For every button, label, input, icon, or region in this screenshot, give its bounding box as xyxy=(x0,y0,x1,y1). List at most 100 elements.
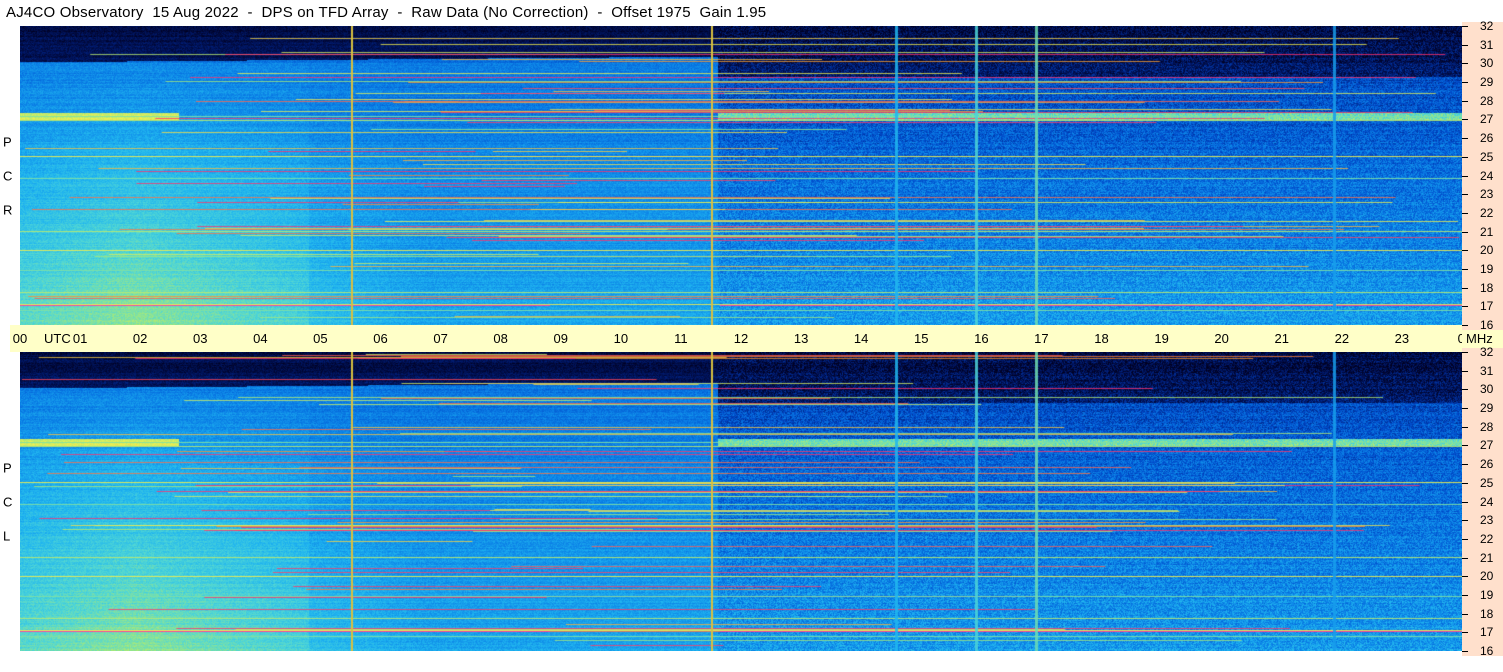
frequency-tick-label: 31 xyxy=(1480,37,1494,52)
time-tick-label: 07 xyxy=(433,331,448,346)
frequency-tick-label: 21 xyxy=(1480,224,1494,239)
frequency-tick-mark xyxy=(1462,268,1468,270)
frequency-tick-mark xyxy=(1462,44,1468,46)
frequency-tick-label: 32 xyxy=(1480,19,1494,33)
frequency-tick-mark xyxy=(1462,445,1468,447)
frequency-tick-mark xyxy=(1462,26,1468,27)
frequency-tick-mark xyxy=(1462,370,1468,372)
frequency-tick-label: 30 xyxy=(1480,382,1494,397)
frequency-tick-mark xyxy=(1462,613,1468,615)
frequency-tick-label: 17 xyxy=(1480,625,1494,640)
frequency-tick-label: 18 xyxy=(1480,280,1494,295)
polarization-letter: P xyxy=(3,134,12,150)
time-tick-label: 04 xyxy=(253,331,268,346)
lcp-spectrogram xyxy=(20,352,1462,651)
time-tick-label: 14 xyxy=(853,331,869,346)
frequency-tick-label: 24 xyxy=(1480,494,1494,509)
frequency-tick-mark xyxy=(1462,250,1468,252)
time-tick-label: 17 xyxy=(1034,331,1049,346)
rcp-spectrogram-canvas xyxy=(20,26,1462,325)
frequency-tick-label: 16 xyxy=(1480,318,1494,332)
time-tick-label: 03 xyxy=(193,331,208,346)
time-tick-label: 10 xyxy=(613,331,629,346)
time-tick-label: 08 xyxy=(493,331,508,346)
frequency-tick-mark xyxy=(1462,426,1468,428)
rcp-spectrogram xyxy=(20,26,1462,325)
frequency-tick-label: 23 xyxy=(1480,513,1494,528)
frequency-tick-mark xyxy=(1462,287,1468,289)
frequency-tick-mark xyxy=(1462,231,1468,233)
polarization-letter: C xyxy=(3,168,13,184)
time-tick-label: 02 xyxy=(132,331,148,346)
frequency-tick-label: 26 xyxy=(1480,457,1494,472)
frequency-tick-mark xyxy=(1462,576,1468,578)
frequency-tick-label: 18 xyxy=(1480,606,1494,621)
polarization-letter: R xyxy=(3,202,13,218)
time-tick-label: 00 xyxy=(12,331,28,346)
time-tick-label: 22 xyxy=(1334,331,1350,346)
frequency-tick-mark xyxy=(1462,482,1468,484)
frequency-tick-label: 32 xyxy=(1480,345,1494,359)
frequency-tick-mark xyxy=(1462,352,1468,353)
frequency-tick-label: 29 xyxy=(1480,75,1494,90)
frequency-tick-label: 24 xyxy=(1480,168,1494,183)
frequency-tick-mark xyxy=(1462,306,1468,308)
time-tick-label: 11 xyxy=(674,331,688,346)
frequency-tick-mark xyxy=(1462,501,1468,503)
frequency-tick-mark xyxy=(1462,325,1468,326)
time-tick-label: 15 xyxy=(914,331,929,346)
frequency-unit-label: MHz xyxy=(1466,331,1493,346)
frequency-tick-mark xyxy=(1462,538,1468,540)
time-tick-label: 12 xyxy=(733,331,749,346)
frequency-tick-mark xyxy=(1462,212,1468,214)
polarization-letter: L xyxy=(3,528,11,544)
frequency-tick-label: 21 xyxy=(1480,550,1494,565)
frequency-tick-mark xyxy=(1462,520,1468,522)
frequency-tick-mark xyxy=(1462,100,1468,102)
time-tick-label: 18 xyxy=(1094,331,1109,346)
time-tick-label: 19 xyxy=(1154,331,1169,346)
lcp-frequency-axis: 32 31 30 29 28 27 26 25 24 23 22 21 20 19 18 17 16 xyxy=(1462,345,1503,658)
frequency-tick-mark xyxy=(1462,119,1468,121)
time-tick-label: 13 xyxy=(793,331,809,346)
frequency-tick-mark xyxy=(1462,175,1468,177)
frequency-tick-label: 31 xyxy=(1480,363,1494,378)
frequency-tick-label: 28 xyxy=(1480,419,1494,434)
frequency-tick-label: 30 xyxy=(1480,56,1494,71)
frequency-tick-mark xyxy=(1462,138,1468,140)
frequency-tick-label: 25 xyxy=(1480,475,1494,490)
frequency-tick-mark xyxy=(1462,408,1468,410)
frequency-tick-mark xyxy=(1462,389,1468,391)
time-axis: 00 01 02 03 04 05 06 07 08 09 10 11 12 13 14 15 16 17 18 19… xyxy=(10,325,1472,352)
time-tick-label: 20 xyxy=(1214,331,1229,346)
frequency-tick-label: 23 xyxy=(1480,187,1494,202)
rcp-frequency-axis: 32 31 30 29 28 27 26 25 24 23 22 21 20 19 18 17 16 xyxy=(1462,19,1503,332)
time-tick-label: 05 xyxy=(313,331,328,346)
polarization-letter: C xyxy=(3,494,13,510)
frequency-tick-mark xyxy=(1462,632,1468,634)
frequency-tick-label: 19 xyxy=(1480,261,1494,276)
frequency-tick-label: 27 xyxy=(1480,112,1494,127)
time-tick-label: 09 xyxy=(553,331,568,346)
frequency-tick-mark xyxy=(1462,194,1468,196)
frequency-tick-mark xyxy=(1462,82,1468,84)
frequency-tick-label: 19 xyxy=(1480,587,1494,602)
lcp-spectrogram-canvas xyxy=(20,352,1462,651)
frequency-tick-mark xyxy=(1462,156,1468,158)
frequency-tick-mark xyxy=(1462,557,1468,559)
chart-title: AJ4CO Observatory 15 Aug 2022 - DPS on T… xyxy=(6,4,767,21)
frequency-tick-label: 16 xyxy=(1480,644,1494,658)
time-tick-label: 21 xyxy=(1274,331,1289,346)
frequency-tick-label: 20 xyxy=(1480,569,1494,584)
frequency-tick-label: 26 xyxy=(1480,131,1494,146)
frequency-tick-label: 17 xyxy=(1480,299,1494,314)
frequency-tick-label: 28 xyxy=(1480,93,1494,108)
frequency-tick-label: 29 xyxy=(1480,401,1494,416)
time-tick-label: 16 xyxy=(974,331,989,346)
time-tick-label: 06 xyxy=(373,331,388,346)
frequency-tick-label: 22 xyxy=(1480,531,1494,546)
utc-label: UTC xyxy=(44,331,71,346)
time-tick-label: 23 xyxy=(1394,331,1410,346)
frequency-tick-label: 22 xyxy=(1480,205,1494,220)
frequency-tick-label: 25 xyxy=(1480,149,1494,164)
